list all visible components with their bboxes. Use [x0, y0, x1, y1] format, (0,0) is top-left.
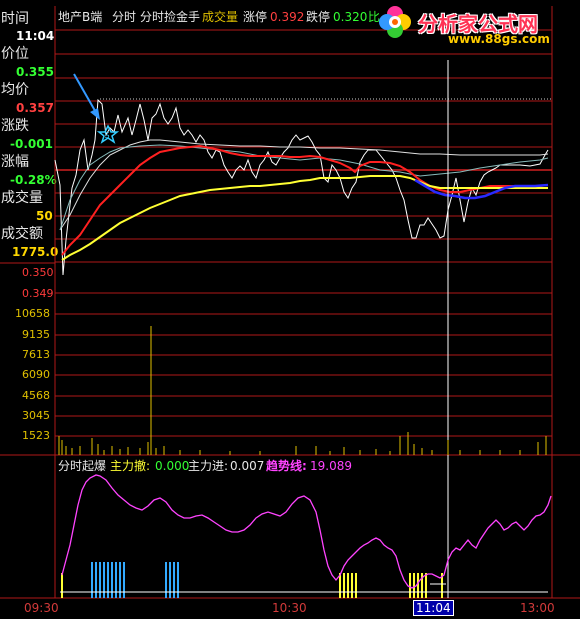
trend-line — [61, 474, 552, 589]
logo-flower-icon — [375, 2, 415, 42]
trend-value: 19.089 — [310, 459, 352, 473]
indicator-intraday[interactable]: 分时 — [112, 10, 136, 24]
avg-price-line — [61, 175, 548, 261]
volume-indicator-label: 成交量 — [202, 10, 239, 24]
arrow-head-icon — [90, 108, 100, 120]
trend-label: 趋势线: — [266, 459, 307, 473]
arrow-line — [73, 73, 99, 117]
limit-down-label: 跌停 — [306, 10, 331, 24]
chart-canvas: S — [0, 6, 580, 599]
lower-panel-title: 分时起爆 — [58, 459, 107, 473]
main-in-bars — [61, 573, 443, 598]
cursor-time-badge: 11:04 — [413, 600, 454, 616]
intraday-chart-window: 时间 11:04 价位 0.355 均价 0.357 涨跌 -0.001 涨幅 … — [0, 0, 580, 619]
indicator-gold-picker[interactable]: 分时捡金手 — [140, 10, 200, 24]
limit-up-label: 涨停 — [243, 10, 268, 24]
main-in-value: 0.007 — [230, 459, 265, 473]
main-in-label: 主力进: — [188, 459, 229, 473]
stock-name: 地产B端 — [58, 10, 103, 24]
watermark-url: www.88gs.com — [448, 32, 550, 46]
main-out-label: 主力撤: — [110, 459, 151, 473]
time-axis-tick: 10:30 — [272, 601, 307, 615]
limit-down-value: 0.320 — [333, 10, 368, 24]
main-out-bars — [91, 562, 179, 598]
main-out-value: 0.000 — [155, 459, 190, 473]
limit-up-value: 0.392 — [270, 10, 305, 24]
time-axis-tick: 13:00 — [520, 601, 555, 615]
time-axis-tick: 09:30 — [24, 601, 59, 615]
signal-star-letter: S — [105, 131, 110, 140]
